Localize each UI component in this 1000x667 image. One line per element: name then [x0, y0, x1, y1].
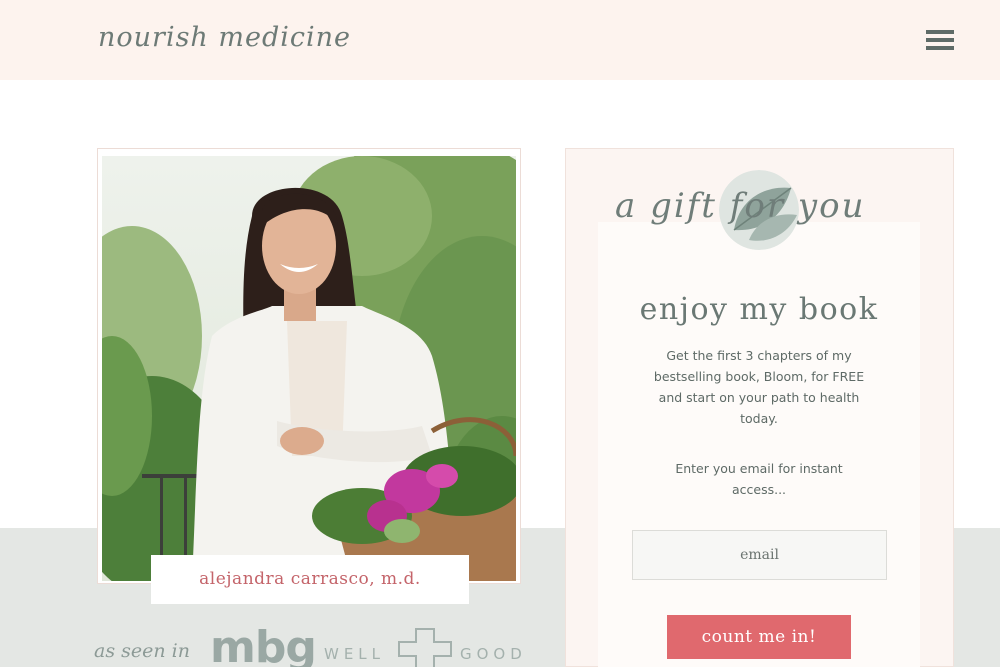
gift-script-title: a gift for you: [615, 186, 866, 226]
site-logo[interactable]: nourish medicine: [98, 22, 351, 53]
header-wave-divider: [0, 72, 1000, 80]
email-hint-text: Enter you email for instant access...: [675, 461, 843, 497]
email-input[interactable]: [632, 530, 887, 580]
book-optin-panel: [598, 222, 920, 667]
profile-photo-image: [102, 156, 516, 581]
mbg-logo: mbg: [210, 622, 317, 667]
book-description: Get the first 3 chapters of my bestselli…: [653, 348, 865, 426]
as-seen-in-label: as seen in: [94, 640, 190, 662]
well-good-logo: WELL GOOD: [324, 626, 527, 667]
well-good-word-well: WELL: [324, 645, 386, 663]
profile-photo-card: [97, 148, 521, 584]
well-good-word-good: GOOD: [460, 645, 527, 663]
count-me-in-button[interactable]: count me in!: [667, 615, 851, 659]
hamburger-menu-icon[interactable]: [926, 30, 954, 52]
press-logos: as seen in mbg WELL GOOD: [94, 625, 534, 667]
book-heading: enjoy my book: [639, 292, 879, 327]
site-header: nourish medicine: [0, 0, 1000, 80]
cross-icon: [398, 628, 452, 667]
profile-photo: [102, 156, 516, 581]
doctor-name-label: alejandra carrasco, m.d.: [151, 555, 469, 604]
